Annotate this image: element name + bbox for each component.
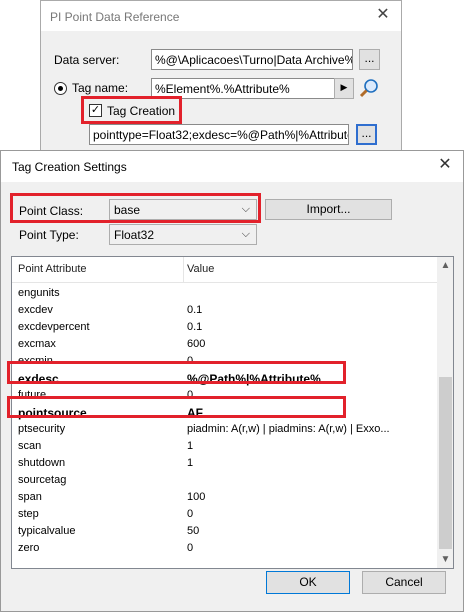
attribute-value[interactable]: 50: [187, 525, 432, 537]
table-row[interactable]: excdev 0.1: [12, 302, 437, 319]
data-server-browse-button[interactable]: ...: [359, 49, 380, 70]
close-icon[interactable]: ✕: [375, 7, 391, 23]
column-header-attribute[interactable]: Point Attribute: [18, 263, 87, 275]
search-icon[interactable]: [359, 77, 381, 99]
chevron-down-icon: ⌵: [241, 228, 250, 240]
attribute-name: scan: [18, 440, 42, 452]
dialog-title: Tag Creation Settings: [12, 160, 127, 174]
attribute-value[interactable]: 0.1: [187, 321, 432, 333]
attribute-value[interactable]: 100: [187, 491, 432, 503]
table-row[interactable]: engunits: [12, 285, 437, 302]
attribute-name: sourcetag: [18, 474, 67, 486]
data-server-label: Data server:: [54, 53, 120, 67]
cancel-button[interactable]: Cancel: [362, 571, 446, 594]
scroll-up-icon[interactable]: ▲: [437, 257, 453, 274]
table-row[interactable]: excmax 600: [12, 336, 437, 353]
point-class-label: Point Class:: [19, 204, 84, 218]
chevron-down-icon: ⌵: [241, 203, 250, 215]
attribute-value[interactable]: 0: [187, 508, 432, 520]
attribute-name: ptsecurity: [18, 423, 66, 435]
highlight-pointsource: [7, 396, 346, 418]
table-row[interactable]: span 100: [12, 489, 437, 506]
attribute-name: span: [18, 491, 42, 503]
attribute-name: shutdown: [18, 457, 66, 469]
point-type-dropdown[interactable]: Float32 ⌵: [109, 224, 257, 245]
attribute-name: excmax: [18, 338, 56, 350]
table-row[interactable]: zero 0: [12, 540, 437, 557]
attribute-name: typicalvalue: [18, 525, 76, 537]
tag-creation-label: Tag Creation: [107, 104, 176, 118]
attribute-name: excdevpercent: [18, 321, 90, 333]
point-class-value: base: [114, 203, 141, 217]
dialog-title: PI Point Data Reference: [50, 10, 180, 24]
attribute-value[interactable]: 600: [187, 338, 432, 350]
table-row[interactable]: ptsecurity piadmin: A(r,w) | piadmins: A(…: [12, 421, 437, 438]
close-icon[interactable]: ✕: [437, 157, 453, 173]
grid-header: Point Attribute Value: [12, 257, 437, 283]
tag-creation-string-field[interactable]: pointtype=Float32;exdesc=%@Path%|%Attrib…: [89, 124, 349, 145]
column-divider[interactable]: [183, 257, 184, 283]
ok-button[interactable]: OK: [266, 571, 350, 594]
attribute-value[interactable]: 1: [187, 440, 432, 452]
attribute-name: zero: [18, 542, 40, 554]
attribute-value[interactable]: 0: [187, 542, 432, 554]
attribute-name: engunits: [18, 287, 60, 299]
vertical-scrollbar[interactable]: ▲ ▼: [437, 257, 453, 568]
table-row[interactable]: shutdown 1: [12, 455, 437, 472]
table-row[interactable]: typicalvalue 50: [12, 523, 437, 540]
tag-name-radio[interactable]: [54, 82, 67, 95]
title-bar: PI Point Data Reference ✕: [41, 1, 401, 31]
column-header-value[interactable]: Value: [187, 263, 214, 275]
attribute-value[interactable]: 1: [187, 457, 432, 469]
tag-name-label: Tag name:: [72, 81, 129, 95]
data-server-field[interactable]: %@\Aplicacoes\Turno|Data Archive%: [151, 49, 353, 70]
attribute-value[interactable]: piadmin: A(r,w) | piadmins: A(r,w) | Exx…: [187, 423, 432, 435]
point-type-value: Float32: [114, 228, 155, 242]
scroll-thumb[interactable]: [439, 377, 452, 549]
tag-creation-settings-dialog: Tag Creation Settings ✕ Point Class: bas…: [0, 150, 464, 612]
attribute-name: step: [18, 508, 39, 520]
play-arrow-icon[interactable]: ▶: [334, 78, 354, 99]
title-bar: Tag Creation Settings ✕: [1, 151, 463, 182]
tag-creation-checkbox[interactable]: ✓: [89, 104, 102, 117]
highlight-exdesc: [7, 361, 346, 384]
pi-point-data-reference-dialog: PI Point Data Reference ✕ Data server: %…: [40, 0, 402, 158]
table-row[interactable]: excdevpercent 0.1: [12, 319, 437, 336]
scroll-down-icon[interactable]: ▼: [437, 551, 453, 568]
point-type-label: Point Type:: [19, 228, 79, 242]
table-row[interactable]: step 0: [12, 506, 437, 523]
table-row[interactable]: scan 1: [12, 438, 437, 455]
tag-creation-edit-button[interactable]: ...: [356, 124, 377, 145]
table-row[interactable]: sourcetag: [12, 472, 437, 489]
attribute-name: excdev: [18, 304, 53, 316]
import-button[interactable]: Import...: [265, 199, 392, 220]
attribute-value[interactable]: 0.1: [187, 304, 432, 316]
point-class-dropdown[interactable]: base ⌵: [109, 199, 257, 220]
